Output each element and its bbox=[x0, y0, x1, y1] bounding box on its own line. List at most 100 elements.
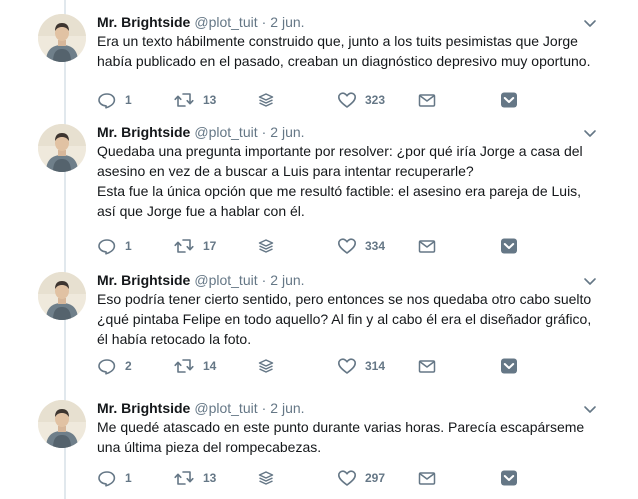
stack-button[interactable] bbox=[257, 235, 275, 257]
tweet-text-line: Era un texto hábilmente construido que, … bbox=[97, 33, 578, 49]
separator-dot: · bbox=[261, 124, 267, 140]
tweet-header: Mr. Brightside @plot_tuit · 2 jun. bbox=[97, 398, 305, 418]
retweet-button[interactable]: 14 bbox=[173, 355, 216, 377]
like-count: 297 bbox=[365, 471, 386, 485]
retweet-count: 13 bbox=[203, 93, 217, 107]
stack-button[interactable] bbox=[257, 467, 275, 489]
stack-icon bbox=[257, 469, 275, 487]
author-handle[interactable]: @plot_tuit bbox=[194, 124, 257, 140]
caret-box-button[interactable] bbox=[499, 355, 519, 377]
reply-icon bbox=[97, 469, 117, 487]
tweet-actions: 1 13 297 bbox=[97, 467, 537, 489]
tweet-body: Me quedé atascado en este punto durante … bbox=[97, 417, 607, 457]
avatar[interactable] bbox=[38, 14, 86, 62]
like-button[interactable]: 297 bbox=[337, 467, 385, 489]
author-name[interactable]: Mr. Brightside bbox=[97, 124, 190, 140]
stack-button[interactable] bbox=[257, 89, 275, 111]
direct-message-button[interactable] bbox=[417, 467, 437, 489]
avatar[interactable] bbox=[38, 272, 86, 320]
envelope-icon bbox=[417, 91, 437, 109]
retweet-icon bbox=[173, 237, 195, 255]
envelope-icon bbox=[417, 357, 437, 375]
author-name[interactable]: Mr. Brightside bbox=[97, 14, 190, 30]
caret-box-button[interactable] bbox=[499, 467, 519, 489]
retweet-icon bbox=[173, 91, 195, 109]
heart-icon bbox=[337, 91, 357, 109]
author-handle[interactable]: @plot_tuit bbox=[194, 272, 257, 288]
stack-icon bbox=[257, 91, 275, 109]
retweet-count: 14 bbox=[203, 359, 217, 373]
reply-count: 1 bbox=[125, 471, 132, 485]
reply-button[interactable]: 1 bbox=[97, 235, 132, 257]
like-count: 334 bbox=[365, 239, 386, 253]
envelope-icon bbox=[417, 469, 437, 487]
reply-icon bbox=[97, 237, 117, 255]
like-button[interactable]: 314 bbox=[337, 355, 385, 377]
separator-dot: · bbox=[261, 272, 267, 288]
tweet-actions: 2 14 314 bbox=[97, 355, 537, 377]
tweet-timestamp[interactable]: 2 jun. bbox=[270, 124, 304, 140]
retweet-button[interactable]: 17 bbox=[173, 235, 216, 257]
tweet-header: Mr. Brightside @plot_tuit · 2 jun. bbox=[97, 270, 305, 290]
reply-count: 2 bbox=[125, 359, 132, 373]
like-button[interactable]: 334 bbox=[337, 235, 385, 257]
author-name[interactable]: Mr. Brightside bbox=[97, 272, 190, 288]
more-options-button[interactable] bbox=[580, 400, 600, 418]
tweet-text-line: asesino en vez de a buscar a Luis para i… bbox=[97, 163, 474, 179]
caret-down-icon bbox=[499, 469, 519, 487]
reply-count: 1 bbox=[125, 239, 132, 253]
reply-count: 1 bbox=[125, 93, 132, 107]
tweet-text-line: Eso podría tener cierto sentido, pero en… bbox=[97, 291, 592, 307]
tweet-actions: 1 17 334 bbox=[97, 235, 537, 257]
tweet-timestamp[interactable]: 2 jun. bbox=[270, 272, 304, 288]
reply-button[interactable]: 2 bbox=[97, 355, 132, 377]
heart-icon bbox=[337, 469, 357, 487]
retweet-count: 13 bbox=[203, 471, 217, 485]
direct-message-button[interactable] bbox=[417, 89, 437, 111]
tweet-actions: 1 13 323 bbox=[97, 89, 537, 111]
tweet-text-line: Esta fue la única opción que me resultó … bbox=[97, 183, 582, 199]
tweet-body: Quedaba una pregunta importante por reso… bbox=[97, 141, 607, 221]
caret-down-icon bbox=[499, 91, 519, 109]
caret-down-icon bbox=[499, 237, 519, 255]
envelope-icon bbox=[417, 237, 437, 255]
tweet-text-line: había publicado en el pasado, creaban un… bbox=[97, 53, 591, 69]
heart-icon bbox=[337, 357, 357, 375]
reply-button[interactable]: 1 bbox=[97, 467, 132, 489]
avatar[interactable] bbox=[38, 400, 86, 448]
reply-icon bbox=[97, 91, 117, 109]
avatar[interactable] bbox=[38, 124, 86, 172]
author-handle[interactable]: @plot_tuit bbox=[194, 14, 257, 30]
tweet-text-line: Me quedé atascado en este punto durante … bbox=[97, 419, 585, 435]
retweet-button[interactable]: 13 bbox=[173, 467, 216, 489]
tweet-text-line: así que Jorge fue a hablar con él. bbox=[97, 203, 305, 219]
more-options-button[interactable] bbox=[580, 124, 600, 142]
tweet-text-line: ¿qué pintaba Felipe en todo aquello? Al … bbox=[97, 311, 592, 327]
retweet-button[interactable]: 13 bbox=[173, 89, 216, 111]
reply-button[interactable]: 1 bbox=[97, 89, 132, 111]
retweet-icon bbox=[173, 469, 195, 487]
stack-button[interactable] bbox=[257, 355, 275, 377]
separator-dot: · bbox=[261, 400, 267, 416]
heart-icon bbox=[337, 237, 357, 255]
more-options-button[interactable] bbox=[580, 272, 600, 290]
tweet-text-line: una última pieza del rompecabezas. bbox=[97, 439, 322, 455]
tweet-timestamp[interactable]: 2 jun. bbox=[270, 14, 304, 30]
retweet-count: 17 bbox=[203, 239, 217, 253]
author-name[interactable]: Mr. Brightside bbox=[97, 400, 190, 416]
caret-box-button[interactable] bbox=[499, 89, 519, 111]
tweet-text-line: él había retocado la foto. bbox=[97, 331, 252, 347]
direct-message-button[interactable] bbox=[417, 355, 437, 377]
tweet-timestamp[interactable]: 2 jun. bbox=[270, 400, 304, 416]
like-button[interactable]: 323 bbox=[337, 89, 385, 111]
more-options-button[interactable] bbox=[580, 14, 600, 32]
caret-box-button[interactable] bbox=[499, 235, 519, 257]
tweet-text-line: Quedaba una pregunta importante por reso… bbox=[97, 143, 583, 159]
tweet-body: Eso podría tener cierto sentido, pero en… bbox=[97, 289, 607, 349]
stack-icon bbox=[257, 357, 275, 375]
separator-dot: · bbox=[261, 14, 267, 30]
like-count: 323 bbox=[365, 93, 386, 107]
author-handle[interactable]: @plot_tuit bbox=[194, 400, 257, 416]
tweet-header: Mr. Brightside @plot_tuit · 2 jun. bbox=[97, 12, 305, 32]
direct-message-button[interactable] bbox=[417, 235, 437, 257]
